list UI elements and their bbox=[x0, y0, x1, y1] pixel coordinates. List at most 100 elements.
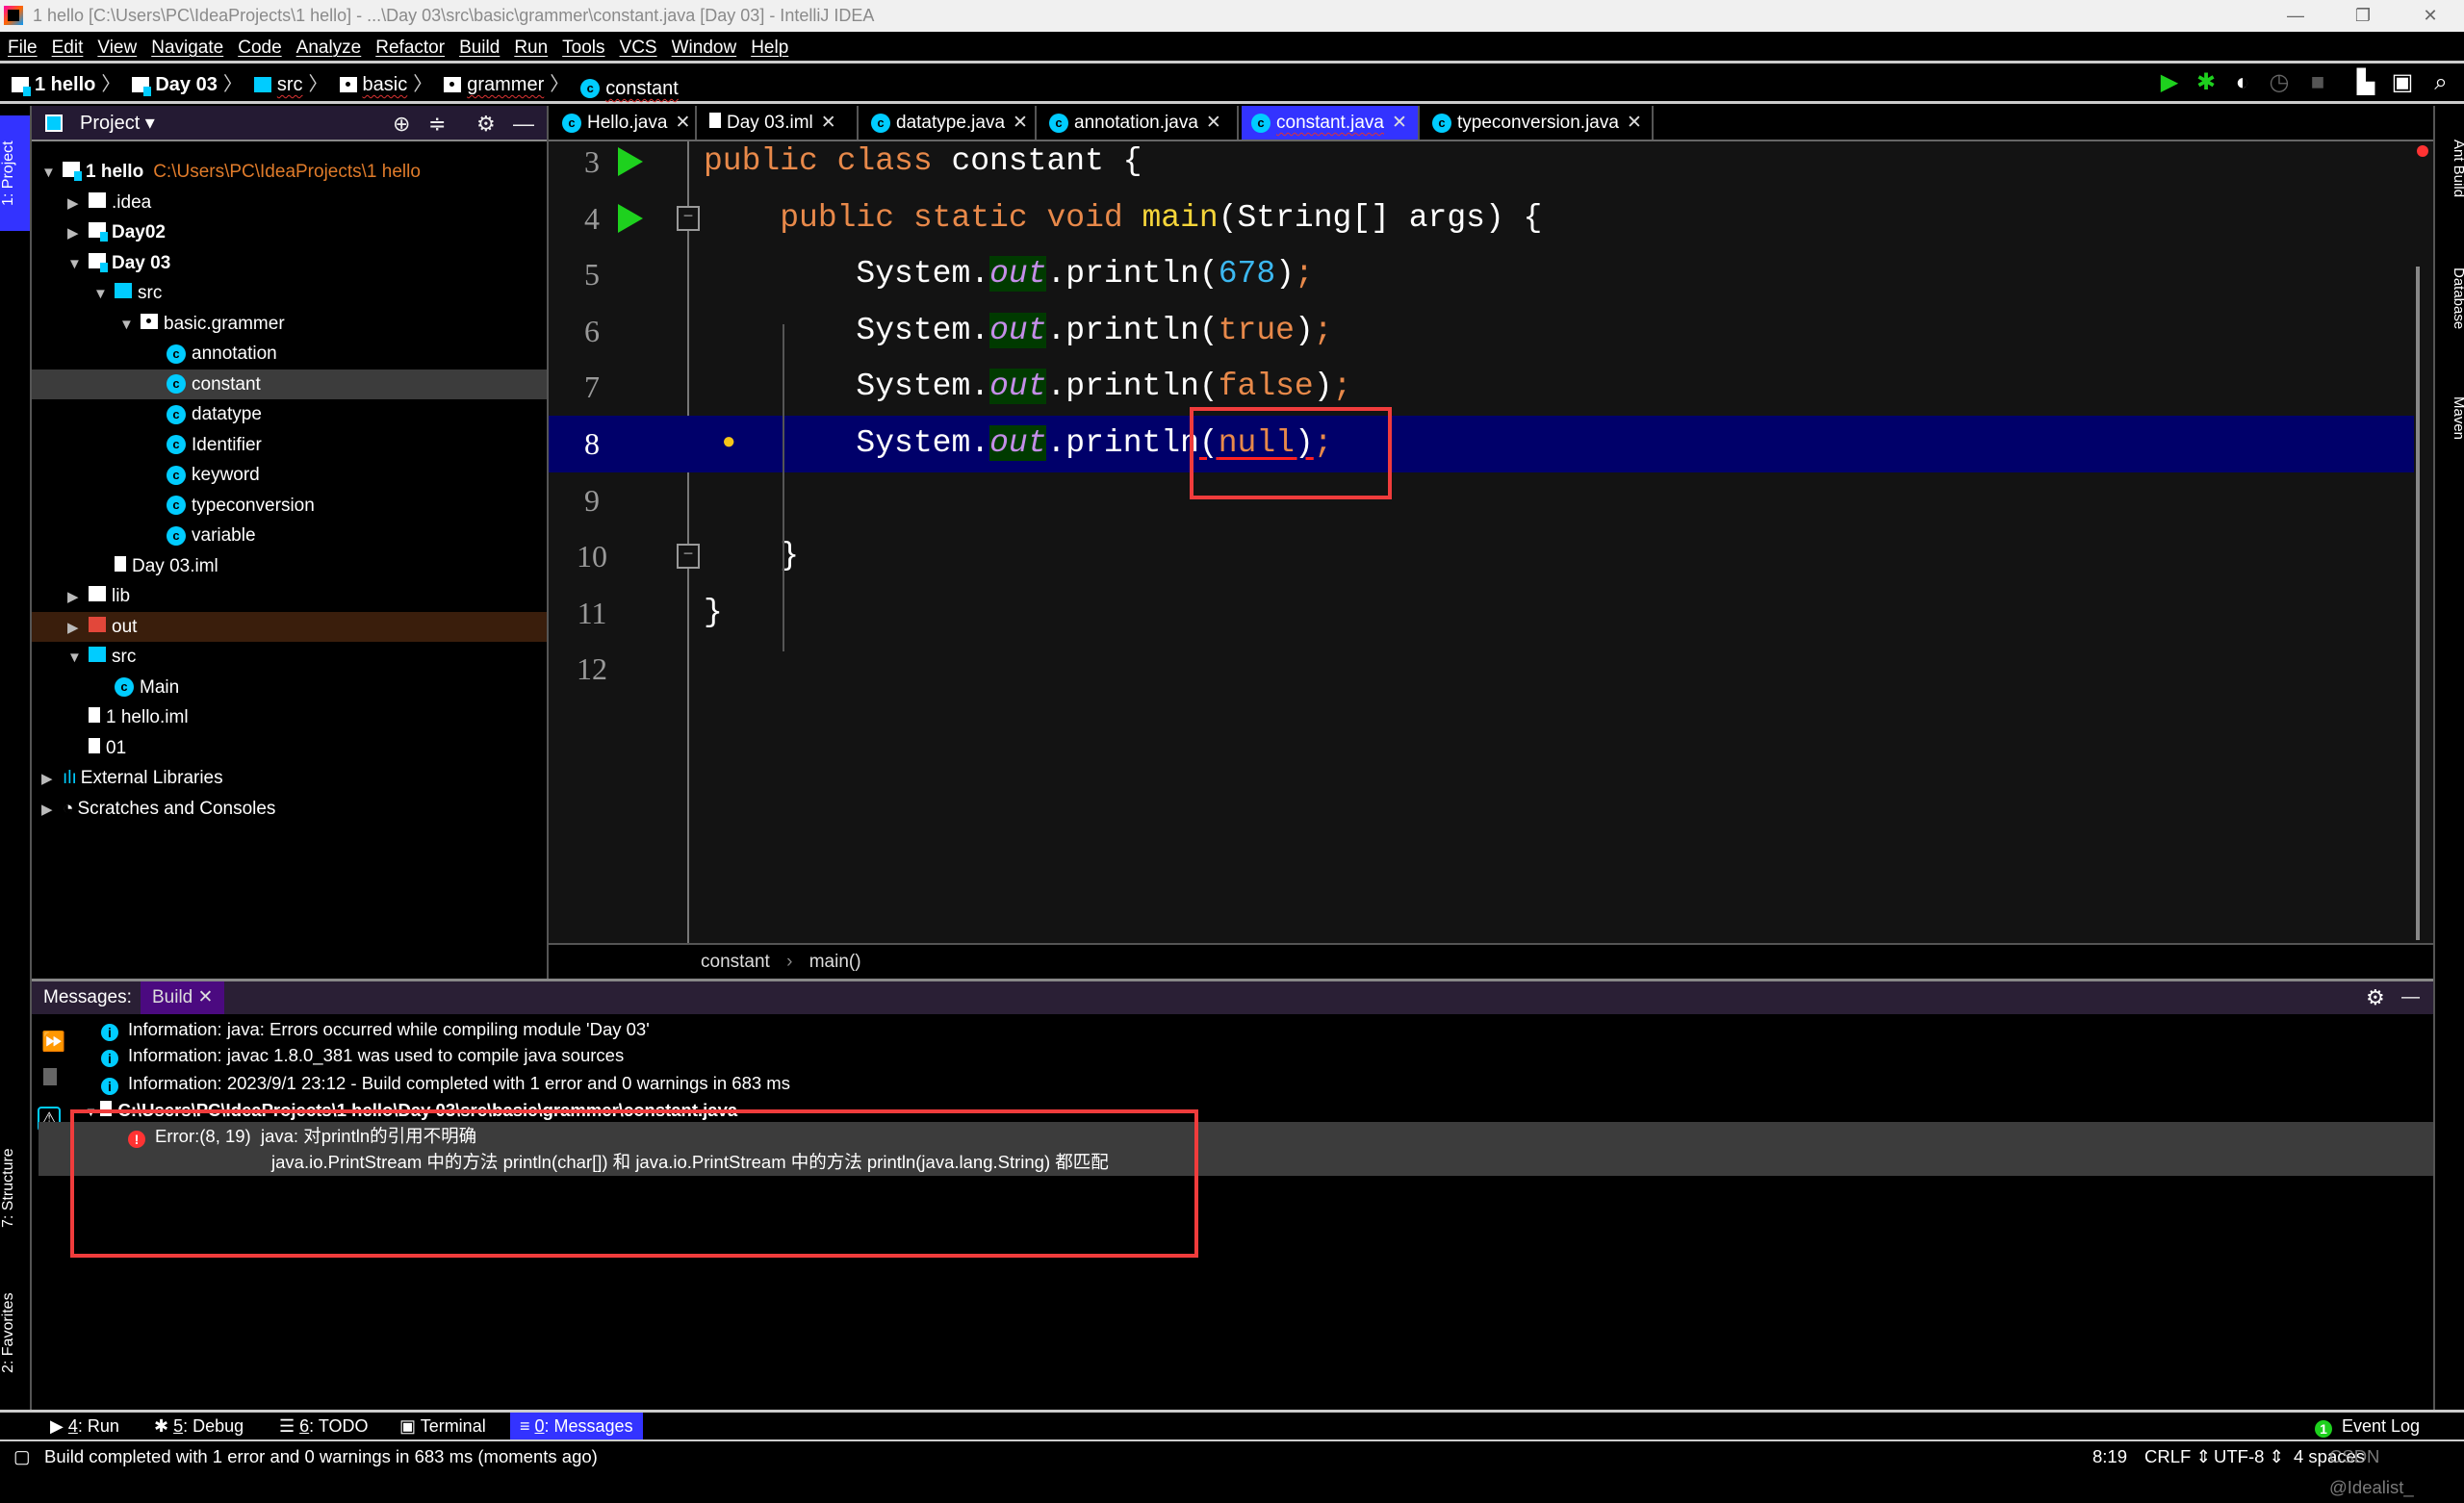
nav-crumb[interactable]: src 〉 bbox=[253, 65, 328, 104]
tree-item[interactable]: c typeconversion bbox=[32, 491, 547, 522]
message-info[interactable]: i Information: 2023/9/1 23:12 - Build com… bbox=[101, 1070, 790, 1097]
tab-build[interactable]: Build ✕ bbox=[141, 981, 225, 1014]
terminal-run-icon[interactable]: ▣ bbox=[2389, 69, 2416, 96]
chevron-down-icon[interactable]: ▼ bbox=[93, 279, 115, 310]
tree-item[interactable]: ▶ lib bbox=[32, 581, 547, 612]
run-icon[interactable]: ▶ bbox=[2156, 69, 2183, 96]
close-icon[interactable]: ✕ bbox=[198, 987, 214, 1007]
close-icon[interactable]: ✕ bbox=[1013, 113, 1028, 133]
hide-icon[interactable]: — bbox=[513, 106, 534, 141]
collapse-all-icon[interactable]: ≑ bbox=[428, 106, 446, 141]
project-view-select[interactable]: Project bbox=[80, 113, 140, 134]
code-line[interactable]: 3 public class constant { bbox=[549, 141, 2416, 191]
tree-item[interactable]: ▼ src bbox=[32, 642, 547, 673]
tree-item[interactable]: ▼ 1 hello C:\Users\PC\IdeaProjects\1 hello bbox=[32, 157, 547, 188]
event-log-button[interactable]: 1 Event Log bbox=[2315, 1413, 2420, 1439]
tree-item[interactable]: ▼ basic.grammer bbox=[32, 309, 547, 340]
chevron-right-icon[interactable]: ▶ bbox=[67, 189, 89, 219]
tool-window-list[interactable]: ☰ 6: TODO bbox=[270, 1413, 378, 1439]
chevron-down-icon[interactable]: ▼ bbox=[67, 249, 89, 280]
code-line[interactable]: 9 bbox=[549, 472, 2416, 529]
code-line[interactable]: 7 System.out.println(false); bbox=[549, 359, 2416, 416]
message-info[interactable]: i Information: javac 1.8.0_381 was used t… bbox=[101, 1042, 624, 1069]
menu-analyze[interactable]: Analyze bbox=[296, 38, 362, 58]
error-stripe-icon[interactable] bbox=[2417, 145, 2428, 157]
editor-scrollbar[interactable] bbox=[2414, 141, 2433, 943]
chevron-right-icon[interactable]: ▶ bbox=[67, 613, 89, 644]
minimize-button[interactable]: — bbox=[2262, 0, 2329, 32]
tree-item[interactable]: ▼ src bbox=[32, 278, 547, 309]
tree-item[interactable]: c annotation bbox=[32, 339, 547, 369]
tree-item[interactable]: ▶ out bbox=[32, 611, 547, 644]
tree-item[interactable]: ▶ ılı External Libraries bbox=[32, 763, 547, 794]
scrollbar-thumb[interactable] bbox=[2416, 267, 2420, 940]
code-line[interactable]: 8 ● System.out.println(null); bbox=[549, 416, 2416, 472]
nav-crumb[interactable]: basic 〉 bbox=[339, 65, 432, 104]
code-line[interactable]: 11} bbox=[549, 585, 2416, 642]
tree-item[interactable]: c variable bbox=[32, 521, 547, 551]
tab-datatype-java[interactable]: c datatype.java ✕ bbox=[861, 106, 1037, 140]
menu-refactor[interactable]: Refactor bbox=[375, 38, 445, 58]
code-line[interactable]: 4 − public static void main(String[] args… bbox=[549, 191, 2416, 247]
tab-constant-java[interactable]: c constant.java ✕ bbox=[1242, 106, 1420, 140]
side-tab-favorites[interactable]: 2: Favorites bbox=[0, 1275, 30, 1390]
restore-button[interactable]: ❐ bbox=[2329, 0, 2397, 32]
chevron-right-icon[interactable]: ▶ bbox=[67, 582, 89, 613]
menu-navigate[interactable]: Navigate bbox=[151, 38, 223, 58]
code-line[interactable]: 5 System.out.println(678); bbox=[549, 246, 2416, 303]
tree-item[interactable]: c keyword bbox=[32, 460, 547, 491]
status-icon[interactable]: ▢ bbox=[13, 1441, 30, 1472]
tab-annotation-java[interactable]: c annotation.java ✕ bbox=[1040, 106, 1239, 140]
tree-item[interactable]: c datatype bbox=[32, 399, 547, 430]
close-icon[interactable]: ✕ bbox=[1392, 113, 1407, 133]
chevron-down-icon[interactable]: ▼ bbox=[41, 158, 63, 189]
nav-crumb[interactable]: 1 hello 〉 bbox=[12, 65, 120, 104]
message-info[interactable]: i Information: java: Errors occurred whil… bbox=[101, 1016, 650, 1043]
code-editor[interactable]: 3 public class constant {4 − public static… bbox=[549, 141, 2416, 943]
profile-icon[interactable]: ◷ bbox=[2266, 69, 2293, 96]
nav-crumb[interactable]: c constant bbox=[580, 69, 679, 108]
rerun-icon[interactable]: ⏩ bbox=[41, 1030, 65, 1054]
close-icon[interactable]: ✕ bbox=[675, 113, 690, 133]
tab-typeconversion-java[interactable]: c typeconversion.java ✕ bbox=[1423, 106, 1654, 140]
line-separator[interactable]: CRLF ⇕ bbox=[2144, 1441, 2211, 1472]
menu-help[interactable]: Help bbox=[751, 38, 788, 58]
tree-item[interactable]: ▶ Day02 bbox=[32, 217, 547, 248]
close-icon[interactable]: ✕ bbox=[1627, 113, 1642, 133]
gear-icon[interactable]: ⚙ bbox=[2366, 981, 2385, 1014]
menu-build[interactable]: Build bbox=[459, 38, 500, 58]
menu-view[interactable]: View bbox=[97, 38, 137, 58]
menu-file[interactable]: File bbox=[8, 38, 38, 58]
tree-item[interactable]: c Main bbox=[32, 673, 547, 703]
chevron-right-icon[interactable]: ▶ bbox=[41, 795, 63, 826]
gear-icon[interactable]: ⚙ bbox=[476, 106, 496, 141]
tree-item[interactable]: c constant bbox=[32, 369, 547, 399]
stop-icon[interactable]: ■ bbox=[2304, 69, 2331, 96]
menu-window[interactable]: Window bbox=[672, 38, 737, 58]
menu-code[interactable]: Code bbox=[238, 38, 281, 58]
side-tab-project[interactable]: 1: Project bbox=[0, 115, 30, 231]
run-gutter-icon[interactable] bbox=[618, 203, 643, 233]
menu-run[interactable]: Run bbox=[514, 38, 548, 58]
run-gutter-icon[interactable] bbox=[618, 147, 643, 176]
nav-crumb[interactable]: grammer 〉 bbox=[444, 65, 569, 104]
tool-window-terminal[interactable]: ▣ Terminal bbox=[390, 1413, 496, 1439]
close-window-button[interactable]: ✕ bbox=[2397, 0, 2464, 32]
fold-close-icon[interactable]: − bbox=[677, 544, 700, 570]
close-icon[interactable]: ✕ bbox=[1206, 113, 1221, 133]
caret-position[interactable]: 8:19 bbox=[2092, 1441, 2127, 1472]
tool-window-bug[interactable]: ✱ 5: Debug bbox=[144, 1413, 253, 1439]
locate-icon[interactable]: ⊕ bbox=[393, 106, 410, 141]
tab-day-03-iml[interactable]: Day 03.iml ✕ bbox=[700, 106, 859, 140]
chevron-down-icon[interactable]: ▼ bbox=[67, 643, 89, 674]
side-tab-database[interactable]: Database bbox=[2437, 245, 2464, 351]
tree-item[interactable]: Day 03.iml bbox=[32, 551, 547, 582]
tree-item[interactable]: ▶ ◔ Scratches and Consoles bbox=[32, 794, 547, 825]
tab-hello-java[interactable]: c Hello.java ✕ bbox=[552, 106, 697, 140]
file-encoding[interactable]: UTF-8 ⇕ bbox=[2214, 1441, 2284, 1472]
code-line[interactable]: 10 − } bbox=[549, 528, 2416, 585]
tree-item[interactable]: ▼ Day 03 bbox=[32, 248, 547, 279]
side-tab-structure[interactable]: 7: Structure bbox=[0, 1126, 30, 1251]
coverage-icon[interactable]: ◐ bbox=[2229, 69, 2256, 96]
tree-item[interactable]: 1 hello.iml bbox=[32, 702, 547, 733]
